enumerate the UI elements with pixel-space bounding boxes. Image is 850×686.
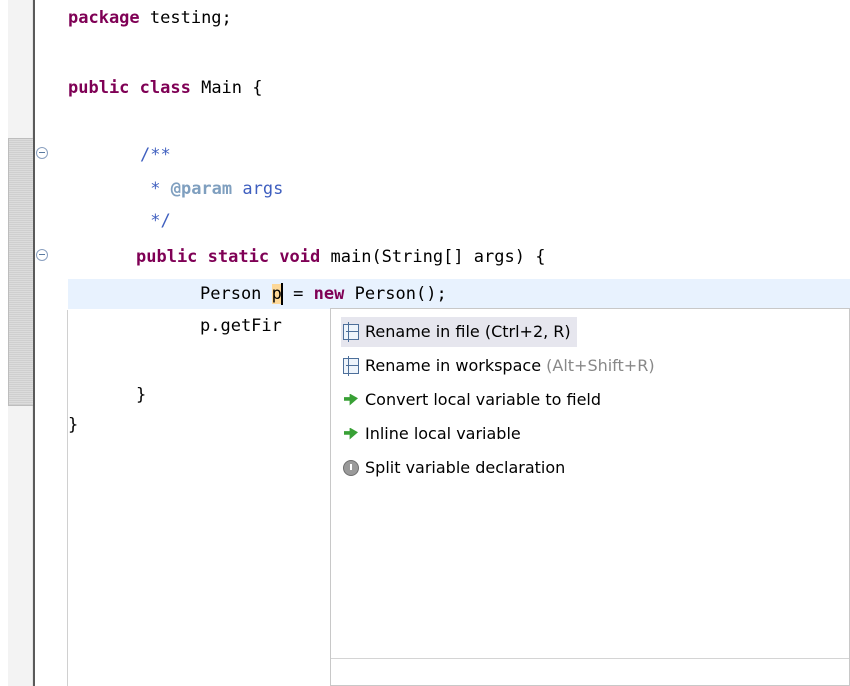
code-line-close-class: } — [68, 415, 79, 435]
code-line-class: public class Main { — [68, 73, 263, 103]
collapse-method-icon[interactable] — [36, 249, 48, 261]
proposal-inline-variable[interactable]: Inline local variable — [343, 419, 521, 449]
rename-icon — [343, 355, 359, 376]
proposal-convert-to-field[interactable]: Convert local variable to field — [343, 385, 601, 415]
code-line-main: public static void main(String[] args) { — [136, 242, 545, 272]
keyword: class — [129, 78, 191, 98]
code-line-javadoc-close: */ — [140, 211, 171, 231]
proposal-rename-in-workspace[interactable]: Rename in workspace (Alt+Shift+R) — [343, 351, 655, 381]
proposal-label: Convert local variable to field — [365, 390, 602, 409]
proposal-shortcut-hint: (Alt+Shift+R) — [546, 356, 655, 375]
rename-icon — [343, 321, 359, 342]
keyword: static — [197, 247, 270, 267]
proposal-rename-in-file[interactable]: Rename in file (Ctrl+2, R) — [341, 317, 577, 347]
code-text: = — [282, 284, 314, 304]
proposal-split-declaration[interactable]: Split variable declaration — [343, 453, 565, 483]
keyword: void — [269, 247, 321, 267]
code-line-javadoc-param: * @param args — [140, 174, 283, 204]
javadoc-text: args — [232, 179, 284, 199]
keyword: new — [313, 284, 345, 304]
keyword: package — [68, 8, 140, 28]
code-line-call: p.getFir — [200, 316, 282, 336]
popup-status-bar — [331, 658, 849, 685]
code-text: testing; — [139, 8, 232, 28]
quick-assist-popup: Rename in file (Ctrl+2, R) Rename in wor… — [330, 308, 850, 686]
proposal-label: Rename in file (Ctrl+2, R) — [365, 322, 571, 341]
ruler-divider — [33, 0, 35, 686]
code-text: Main { — [190, 78, 263, 98]
scrollbar-thumb[interactable] — [8, 138, 34, 406]
javadoc-star: * — [140, 179, 171, 199]
vertical-ruler — [0, 0, 35, 686]
javadoc-tag: @param — [170, 179, 233, 199]
green-arrow-icon — [343, 392, 359, 408]
keyword: public — [136, 247, 198, 267]
green-arrow-icon — [343, 426, 359, 442]
code-line-close-method: } — [136, 385, 147, 405]
code-line-declaration: Person p = new Person(); — [200, 279, 447, 309]
collapse-javadoc-icon[interactable] — [36, 147, 48, 159]
proposal-label: Rename in workspace — [365, 356, 547, 375]
proposal-label: Split variable declaration — [365, 458, 566, 477]
keyword: public — [68, 78, 130, 98]
code-text: Person(); — [344, 284, 447, 304]
proposal-label: Inline local variable — [365, 424, 521, 443]
code-line-javadoc-open: /** — [140, 145, 171, 165]
code-text: main(String[] args) { — [320, 247, 546, 267]
gray-bullet-icon — [343, 459, 359, 476]
code-text: Person — [200, 284, 272, 304]
code-line-package: package testing; — [68, 3, 232, 33]
